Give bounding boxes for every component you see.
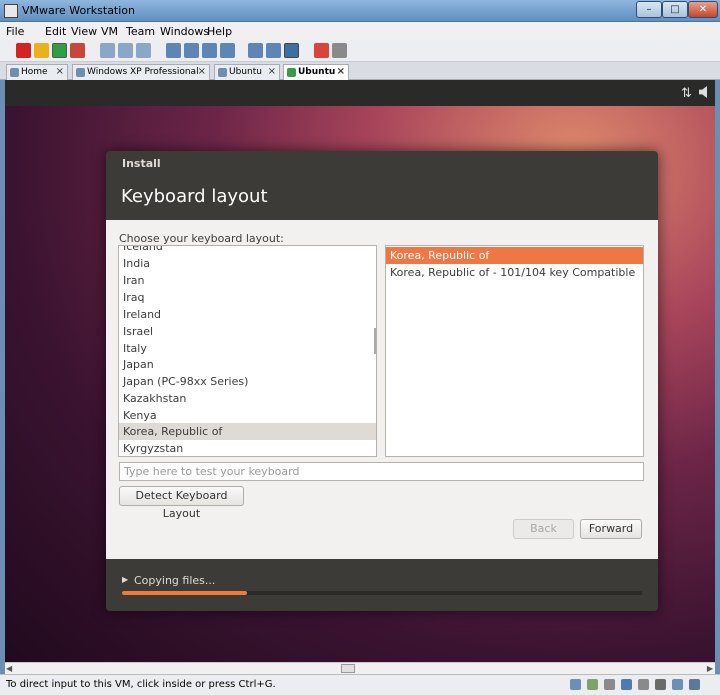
list-item[interactable]: Kenya [119,407,376,424]
thumbnail-icon[interactable] [248,43,263,58]
ubuntu-desktop: Install Keyboard layout Choose your keyb… [5,106,715,662]
horizontal-scrollbar[interactable]: ◀ ▶ [5,662,715,674]
tab-ubuntu-1[interactable]: Ubuntu × [214,64,280,80]
quick-switch-icon[interactable] [266,43,281,58]
minimize-button[interactable]: – [636,1,662,18]
power-off-icon[interactable] [16,43,31,58]
tab-label: Home [21,67,48,77]
menu-edit[interactable]: Edit [45,25,66,38]
tab-close-icon[interactable]: × [56,66,64,77]
tab-close-icon[interactable]: × [337,66,345,77]
list-item[interactable]: Korea, Republic of - 101/104 key Compati… [386,264,643,281]
progress-fill [122,591,247,595]
list-scrollbar[interactable] [374,328,376,354]
vmware-logo-icon [4,4,18,18]
hard-disk-icon[interactable] [570,679,581,690]
console-view-icon[interactable] [184,43,199,58]
scroll-left-icon[interactable]: ◀ [6,664,12,673]
home-icon [10,68,19,77]
menu-view[interactable]: View [71,25,97,38]
installer-content: Choose your keyboard layout: Iceland Ind… [106,220,658,559]
reset-icon[interactable] [70,43,85,58]
cd-drive-icon[interactable] [587,679,598,690]
list-item-selected[interactable]: Korea, Republic of [119,423,376,440]
ubuntu-top-panel: ⇅ [5,80,715,106]
list-item[interactable]: Kazakhstan [119,390,376,407]
layout-prompt: Choose your keyboard layout: [119,232,284,245]
menu-help[interactable]: Help [207,25,232,38]
snapshot-manager-icon[interactable] [136,43,151,58]
progress-bar [122,591,642,595]
list-item[interactable]: Iceland [119,246,376,255]
tab-label: Ubuntu [229,67,262,77]
snapshot-icon[interactable] [100,43,115,58]
installer-window: Install Keyboard layout Choose your keyb… [106,151,658,611]
layout-list[interactable]: Iceland India Iran Iraq Ireland Israel I… [118,245,377,457]
menu-team[interactable]: Team [126,25,155,38]
list-item[interactable]: Iran [119,272,376,289]
detect-layout-button[interactable]: Detect Keyboard Layout [119,486,244,520]
message-icon[interactable] [689,679,700,690]
tab-windows-xp[interactable]: Windows XP Professional × [72,64,210,80]
back-button[interactable]: Back [513,519,574,539]
menu-file[interactable]: File [6,25,24,38]
page-title: Keyboard layout [121,186,268,207]
list-item[interactable]: Kyrgyzstan [119,440,376,456]
menu-vm[interactable]: VM [101,25,118,38]
keyboard-test-input[interactable] [119,462,644,481]
network-adapter-icon[interactable] [621,679,632,690]
record-icon[interactable] [314,43,329,58]
list-item[interactable]: Ireland [119,306,376,323]
maximize-button[interactable]: □ [662,1,688,18]
list-item[interactable]: India [119,255,376,272]
vm-console[interactable]: ⇅ Install Keyboard layout Choose your ke… [5,80,715,662]
list-item[interactable]: Japan [119,356,376,373]
revert-snapshot-icon[interactable] [118,43,133,58]
scroll-right-icon[interactable]: ▶ [707,664,713,673]
vm-icon [218,68,227,77]
list-item[interactable]: Israel [119,323,376,340]
scroll-thumb[interactable] [341,664,355,673]
vm-running-icon [287,68,296,77]
status-text: To direct input to this VM, click inside… [6,679,276,690]
floppy-icon[interactable] [604,679,615,690]
tab-bar: Home × Windows XP Professional × Ubuntu … [0,62,720,80]
toolbar [0,40,720,62]
expand-arrow-icon[interactable]: ▶ [122,575,128,584]
console-tab-icon[interactable] [284,43,299,58]
suspend-icon[interactable] [34,43,49,58]
sound-icon[interactable] [655,679,666,690]
sidebar-icon[interactable] [166,43,181,58]
usb-icon[interactable] [638,679,649,690]
tab-label: Ubuntu [298,67,336,77]
list-item-selected[interactable]: Korea, Republic of [386,247,643,264]
variant-list[interactable]: Korea, Republic of Korea, Republic of - … [385,245,644,457]
power-on-icon[interactable] [52,43,67,58]
menu-windows[interactable]: Windows [160,25,209,38]
installer-title: Install [122,157,161,170]
status-bar: To direct input to this VM, click inside… [0,674,720,695]
fullscreen-icon[interactable] [202,43,217,58]
tab-home[interactable]: Home × [6,64,68,80]
list-item[interactable]: Italy [119,340,376,357]
progress-label[interactable]: Copying files... [134,574,215,587]
menu-bar: File Edit View VM Team Windows Help [0,22,720,40]
printer-icon[interactable] [672,679,683,690]
tab-label: Windows XP Professional [87,67,199,77]
close-button[interactable]: ✕ [688,1,718,18]
list-item[interactable]: Japan (PC-98xx Series) [119,373,376,390]
tab-close-icon[interactable]: × [268,66,276,77]
forward-button[interactable]: Forward [580,519,642,539]
window-title: VMware Workstation [22,4,136,17]
volume-icon[interactable] [699,86,707,98]
vm-icon [76,68,85,77]
tab-ubuntu-active[interactable]: Ubuntu × [283,64,349,80]
progress-section: ▶ Copying files... [106,559,658,611]
settings-icon[interactable] [332,43,347,58]
network-icon[interactable]: ⇅ [681,86,692,101]
tab-close-icon[interactable]: × [198,66,206,77]
title-bar: VMware Workstation – □ ✕ [0,0,720,22]
list-item[interactable]: Iraq [119,289,376,306]
unity-icon[interactable] [220,43,235,58]
